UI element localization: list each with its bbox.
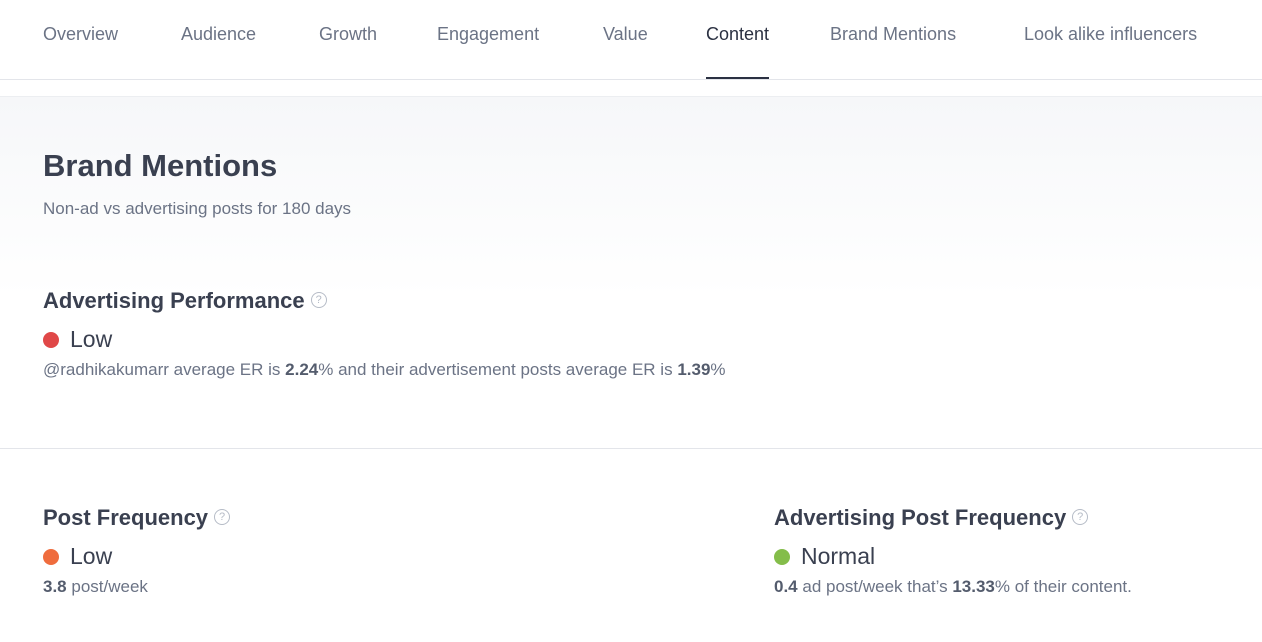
ad-post-frequency-status-label: Normal [801, 543, 876, 569]
section-header-background [0, 96, 1262, 297]
post-frequency-description: 3.8 post/week [43, 577, 148, 597]
desc-text: % and their advertisement posts average … [318, 360, 678, 379]
ad-post-frequency-description: 0.4 ad post/week that’s 13.33% of their … [774, 577, 1132, 597]
tab-engagement[interactable]: Engagement [437, 24, 539, 79]
post-frequency-title: Post Frequency? [43, 505, 231, 531]
tab-bar: Overview Audience Growth Engagement Valu… [0, 0, 1262, 80]
ad-er-value: 1.39 [677, 360, 711, 379]
desc-text: ad post/week that’s [797, 577, 953, 596]
post-frequency-label: Post Frequency [43, 505, 209, 530]
tab-brand-mentions[interactable]: Brand Mentions [830, 24, 956, 79]
desc-text: % [710, 360, 726, 379]
ad-post-frequency-label: Advertising Post Frequency [774, 505, 1067, 530]
ad-post-frequency-value: 0.4 [774, 577, 798, 596]
advertising-performance-description: @radhikakumarr average ER is 2.24% and t… [43, 360, 726, 380]
tab-growth[interactable]: Growth [319, 24, 377, 79]
status-dot-orange [43, 548, 59, 565]
advertising-performance-status: Low [43, 326, 112, 353]
average-er-value: 2.24 [285, 360, 319, 379]
ad-post-frequency-status: Normal [774, 543, 875, 570]
post-frequency-unit: post/week [66, 577, 148, 596]
influencer-handle: @radhikakumarr [43, 360, 169, 379]
question-circle-icon[interactable]: ? [214, 509, 231, 526]
desc-text: % of their content. [994, 577, 1132, 596]
desc-text: average ER is [168, 360, 286, 379]
advertising-performance-title: Advertising Performance? [43, 288, 327, 314]
tab-content[interactable]: Content [706, 24, 770, 79]
ad-content-percent: 13.33 [952, 577, 995, 596]
page-subtitle: Non-ad vs advertising posts for 180 days [43, 199, 352, 218]
post-frequency-value: 3.8 [43, 577, 67, 596]
tab-look-alike-influencers[interactable]: Look alike influencers [1024, 24, 1197, 79]
content-area: Brand Mentions Non-ad vs advertising pos… [0, 80, 1262, 642]
ad-post-frequency-title: Advertising Post Frequency? [774, 505, 1089, 531]
status-dot-red [43, 331, 59, 348]
advertising-performance-status-label: Low [70, 326, 113, 352]
section-divider [0, 448, 1262, 449]
question-circle-icon[interactable]: ? [1072, 509, 1089, 526]
post-frequency-status-label: Low [70, 543, 113, 569]
page-title: Brand Mentions [43, 148, 278, 183]
question-circle-icon[interactable]: ? [310, 292, 327, 309]
status-dot-green [774, 548, 790, 565]
post-frequency-status: Low [43, 543, 112, 570]
tab-value[interactable]: Value [603, 24, 648, 79]
tab-overview[interactable]: Overview [43, 24, 118, 79]
tab-audience[interactable]: Audience [181, 24, 256, 79]
advertising-performance-label: Advertising Performance [43, 288, 305, 313]
